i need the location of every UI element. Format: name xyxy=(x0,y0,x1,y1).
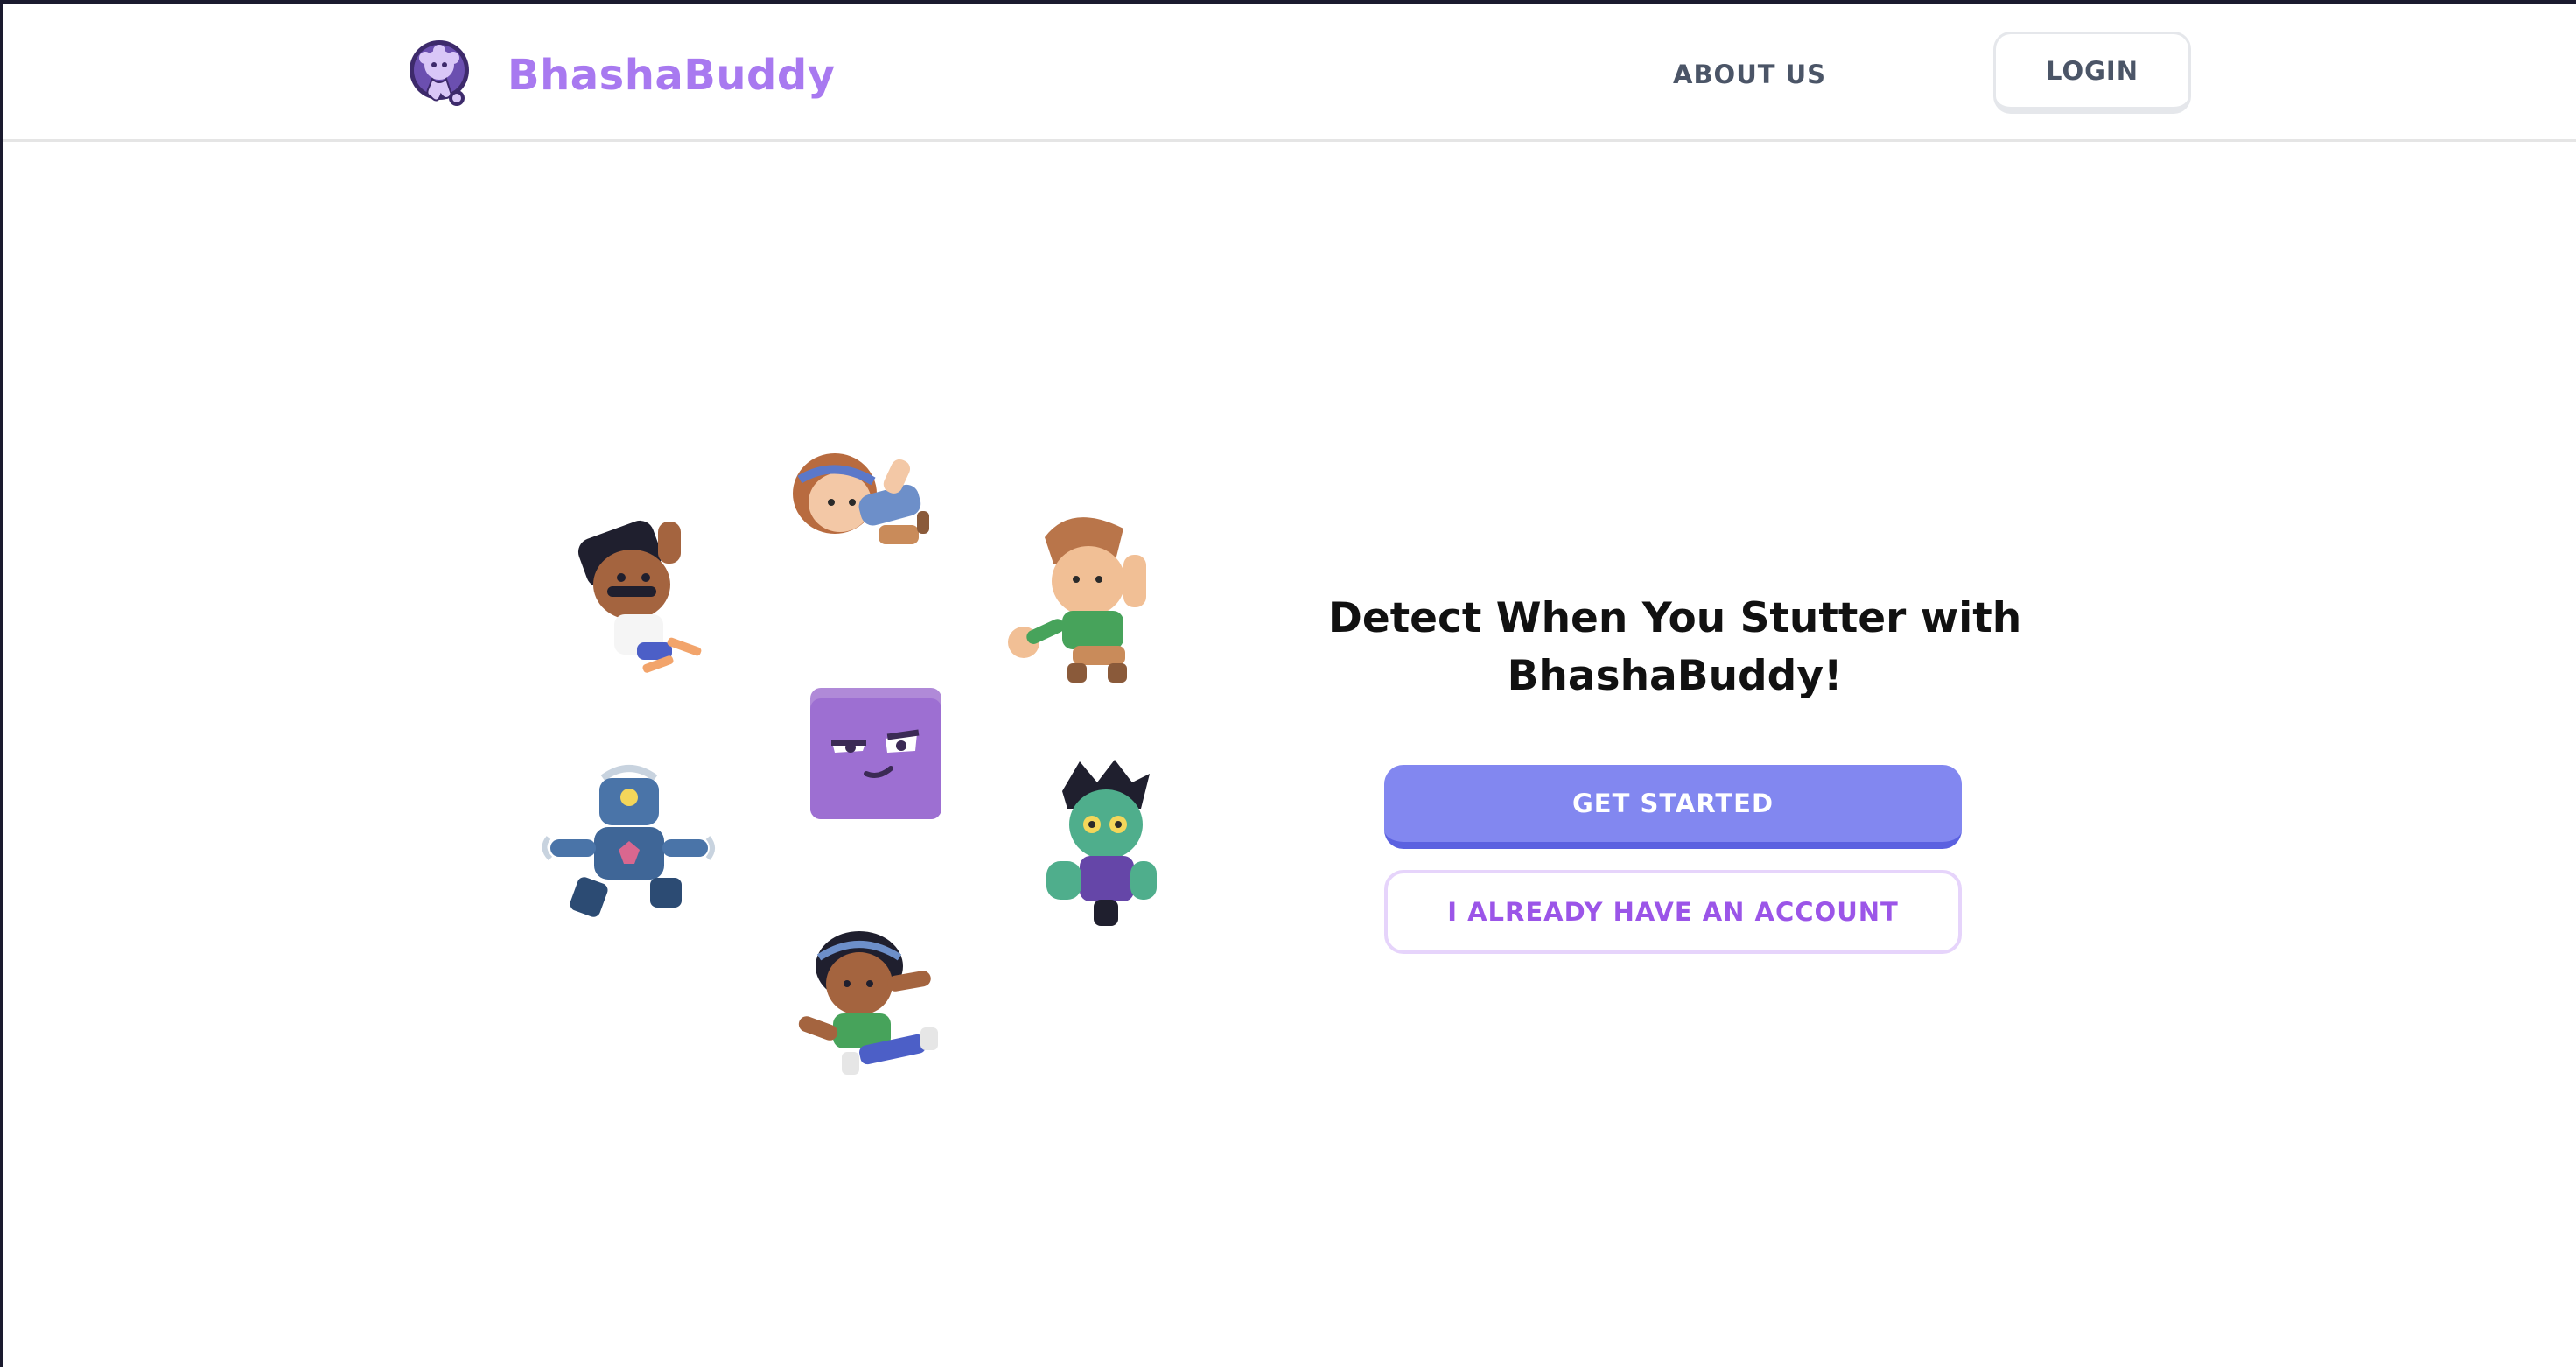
hero-headline: Detect When You Stutter with BhashaBuddy… xyxy=(1327,594,2022,700)
brand-name[interactable]: BhashaBuddy xyxy=(508,44,836,107)
characters-illustration xyxy=(528,424,1194,1106)
girl-green-shirt-character xyxy=(789,922,956,1083)
landing-page: BhashaBuddy ABOUT US LOGIN Detect When Y… xyxy=(0,0,2576,1367)
purple-block-character xyxy=(808,686,943,824)
boy-green-shirt-character xyxy=(992,502,1158,690)
robot-character xyxy=(542,761,717,930)
existing-account-button[interactable]: I ALREADY HAVE AN ACCOUNT xyxy=(1384,870,1962,954)
top-navbar: BhashaBuddy ABOUT US LOGIN xyxy=(4,4,2576,142)
zombie-character xyxy=(1036,756,1167,935)
nav-about-us-link[interactable]: ABOUT US xyxy=(1673,53,1826,96)
mustache-man-character xyxy=(564,511,712,690)
login-button[interactable]: LOGIN xyxy=(1993,32,2191,114)
octopus-logo-icon[interactable] xyxy=(408,39,474,110)
girl-headband-character xyxy=(782,441,940,576)
get-started-button[interactable]: GET STARTED xyxy=(1384,765,1962,849)
